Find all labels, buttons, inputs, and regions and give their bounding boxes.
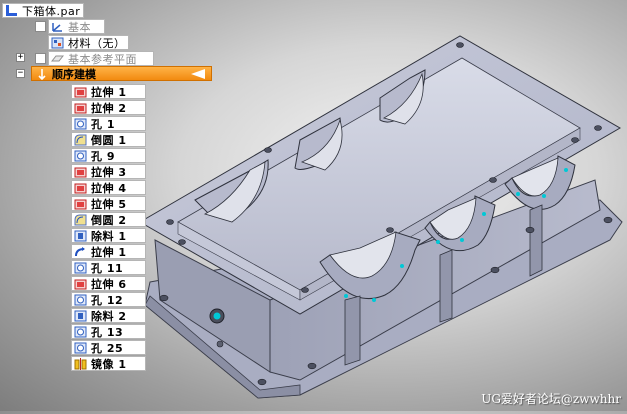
feature-label: 除料 2	[91, 309, 127, 323]
watermark: UG爱好者论坛@zwwhhr	[481, 392, 621, 406]
reference-plane-icon	[51, 55, 64, 61]
tree-root[interactable]: 下箱体.par	[2, 3, 84, 18]
feature-label: 除料 1	[91, 229, 127, 243]
feature-label: 孔 11	[91, 261, 124, 275]
hole-feature-icon	[74, 294, 87, 305]
extrude-blue-feature-icon	[75, 246, 85, 256]
feature-item[interactable]: 除料 1	[71, 228, 146, 243]
feature-label: 拉伸 1	[91, 245, 127, 259]
round-feature-icon	[74, 134, 87, 145]
feature-label: 镜像 1	[91, 357, 127, 371]
feature-item[interactable]: 拉伸 1	[71, 84, 146, 99]
feature-item[interactable]: 孔 12	[71, 292, 146, 307]
feature-label: 拉伸 1	[91, 85, 127, 99]
feature-item[interactable]: 孔 11	[71, 260, 146, 275]
feature-label: 孔 13	[91, 325, 124, 339]
base-visibility-checkbox[interactable]	[35, 21, 46, 32]
feature-label: 拉伸 2	[91, 101, 127, 115]
feature-label: 孔 12	[91, 293, 124, 307]
feature-item[interactable]: 拉伸 1	[71, 244, 146, 259]
mirror-feature-icon	[74, 357, 87, 370]
feature-label: 孔 9	[91, 149, 115, 163]
extrude-feature-icon	[74, 87, 87, 97]
tree-item-label: 顺序建模	[52, 67, 96, 81]
feature-label: 拉伸 4	[91, 181, 127, 195]
feature-item[interactable]: 拉伸 3	[71, 164, 146, 179]
rollback-marker-icon	[191, 69, 205, 79]
expand-toggle-icon[interactable]: +	[16, 53, 25, 62]
feature-item[interactable]: 拉伸 2	[71, 100, 146, 115]
hole-feature-icon	[74, 262, 87, 273]
extrude-feature-icon	[74, 183, 87, 193]
collapse-toggle-icon[interactable]: −	[16, 69, 25, 78]
feature-label: 孔 1	[91, 117, 115, 131]
extrude-feature-icon	[74, 279, 87, 289]
feature-label: 孔 25	[91, 341, 124, 355]
feature-label: 倒圆 1	[91, 133, 127, 147]
cut-feature-icon	[74, 230, 87, 241]
feature-item[interactable]: 拉伸 5	[71, 196, 146, 211]
feature-item[interactable]: 除料 2	[71, 308, 146, 323]
round-feature-icon	[74, 214, 87, 225]
tree-root-label: 下箱体.par	[22, 4, 81, 18]
material-icon	[51, 37, 64, 48]
extrude-feature-icon	[74, 103, 87, 113]
feature-item[interactable]: 倒圆 1	[71, 132, 146, 147]
sequence-arrows-icon	[38, 68, 46, 80]
feature-item[interactable]: 倒圆 2	[71, 212, 146, 227]
tree-item-label: 基本参考平面	[68, 52, 137, 66]
hole-feature-icon	[74, 118, 87, 129]
tree-item-label: 基本	[68, 20, 91, 34]
extrude-feature-icon	[74, 199, 87, 209]
feature-tree: 下箱体.par 基本 材料（无） + 基本参考平面 − 顺序建模 拉伸 1 拉伸 …	[0, 0, 220, 411]
tree-item-material[interactable]: 材料（无）	[48, 35, 129, 50]
feature-item[interactable]: 孔 1	[71, 116, 146, 131]
feature-item[interactable]: 拉伸 6	[71, 276, 146, 291]
feature-label: 拉伸 6	[91, 277, 127, 291]
hole-feature-icon	[74, 326, 87, 337]
tree-item-base[interactable]: 基本	[48, 19, 105, 34]
feature-item[interactable]: 拉伸 4	[71, 180, 146, 195]
hole-feature-icon	[74, 342, 87, 353]
ref-planes-visibility-checkbox[interactable]	[35, 53, 46, 64]
feature-item[interactable]: 镜像 1	[71, 356, 146, 371]
part-file-icon	[6, 4, 17, 16]
tree-item-reference-planes[interactable]: 基本参考平面	[48, 51, 154, 66]
coordinate-system-icon	[52, 22, 62, 32]
feature-label: 拉伸 5	[91, 197, 127, 211]
feature-item[interactable]: 孔 13	[71, 324, 146, 339]
extrude-feature-icon	[74, 167, 87, 177]
tree-item-label: 材料（无）	[68, 36, 126, 50]
tree-item-sequential-modeling[interactable]: 顺序建模	[31, 66, 212, 81]
feature-item[interactable]: 孔 9	[71, 148, 146, 163]
feature-label: 拉伸 3	[91, 165, 127, 179]
feature-item[interactable]: 孔 25	[71, 340, 146, 355]
hole-feature-icon	[74, 150, 87, 161]
feature-label: 倒圆 2	[91, 213, 127, 227]
cut-feature-icon	[74, 310, 87, 321]
